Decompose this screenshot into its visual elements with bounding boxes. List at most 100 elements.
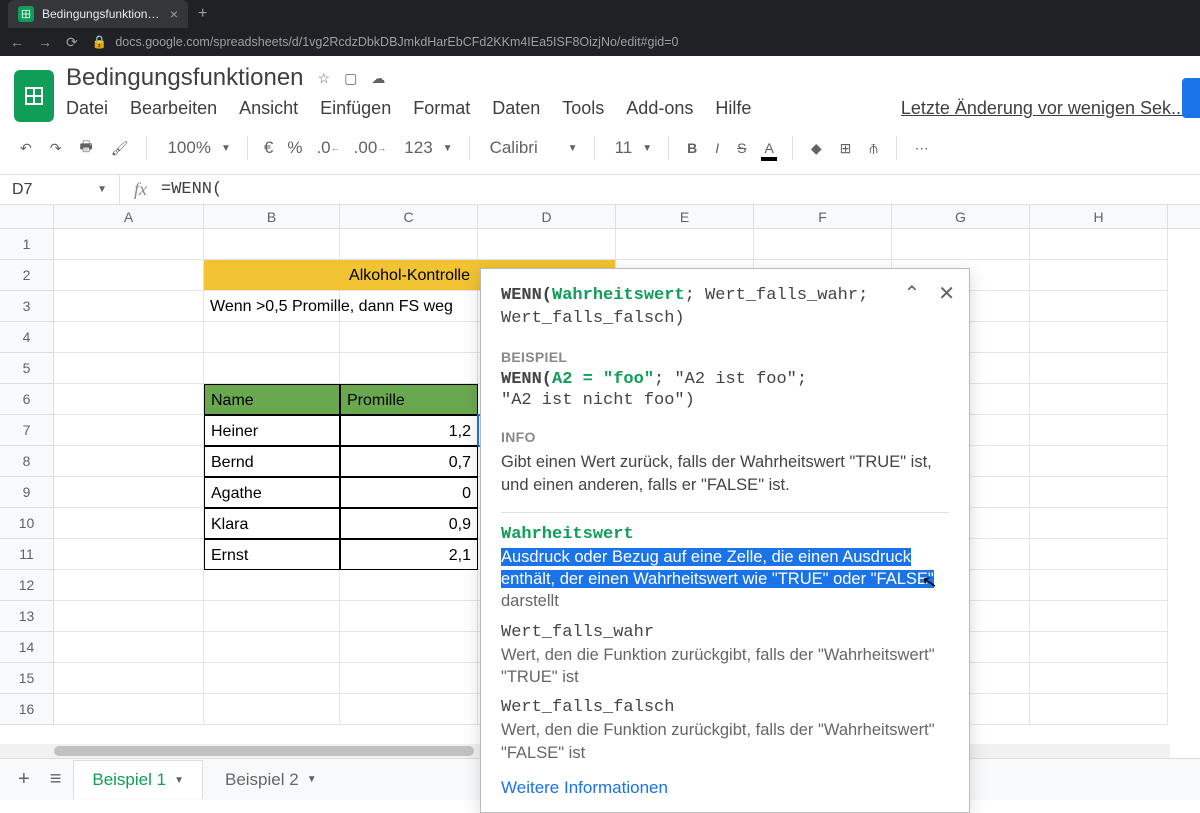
close-icon[interactable]: ✕ bbox=[938, 281, 955, 306]
cell[interactable] bbox=[340, 663, 478, 694]
cell[interactable]: Bernd bbox=[204, 446, 340, 477]
cell[interactable]: 0,9 bbox=[340, 508, 478, 539]
cell[interactable] bbox=[54, 570, 204, 601]
row-header[interactable]: 6 bbox=[0, 384, 54, 415]
fill-color-icon[interactable]: ◆ bbox=[805, 136, 828, 161]
name-box[interactable]: D7▼ bbox=[0, 175, 120, 204]
cell[interactable] bbox=[54, 663, 204, 694]
share-button[interactable] bbox=[1182, 78, 1200, 118]
cell[interactable]: Klara bbox=[204, 508, 340, 539]
cell[interactable] bbox=[204, 570, 340, 601]
cell[interactable] bbox=[1030, 508, 1168, 539]
cell[interactable] bbox=[478, 229, 616, 260]
col-header-f[interactable]: F bbox=[754, 205, 892, 228]
cell[interactable] bbox=[54, 632, 204, 663]
row-header[interactable]: 16 bbox=[0, 694, 54, 725]
add-sheet-button[interactable]: + bbox=[10, 760, 38, 799]
row-header[interactable]: 11 bbox=[0, 539, 54, 570]
sheet-tab-2[interactable]: Beispiel 2▼ bbox=[207, 761, 335, 799]
cell[interactable] bbox=[1030, 291, 1168, 322]
decrease-decimal-button[interactable]: .0← bbox=[312, 138, 343, 158]
cell[interactable] bbox=[340, 291, 478, 322]
cell[interactable] bbox=[204, 694, 340, 725]
cell[interactable] bbox=[1030, 601, 1168, 632]
row-header[interactable]: 13 bbox=[0, 601, 54, 632]
cell[interactable] bbox=[1030, 384, 1168, 415]
borders-icon[interactable]: ⊞ bbox=[834, 136, 858, 161]
number-format-dropdown[interactable]: 123▼ bbox=[396, 138, 456, 158]
reload-icon[interactable]: ⟳ bbox=[66, 34, 78, 51]
cell[interactable] bbox=[1030, 260, 1168, 291]
cell[interactable] bbox=[340, 694, 478, 725]
cell[interactable] bbox=[54, 229, 204, 260]
cell[interactable] bbox=[616, 229, 754, 260]
cell[interactable] bbox=[54, 508, 204, 539]
cell[interactable] bbox=[54, 477, 204, 508]
menu-file[interactable]: Datei bbox=[66, 98, 108, 119]
row-header[interactable]: 9 bbox=[0, 477, 54, 508]
tab-close-icon[interactable]: × bbox=[170, 6, 178, 22]
cell[interactable] bbox=[1030, 663, 1168, 694]
menu-help[interactable]: Hilfe bbox=[715, 98, 751, 119]
col-header-d[interactable]: D bbox=[478, 205, 616, 228]
currency-button[interactable]: € bbox=[260, 138, 277, 158]
cell[interactable] bbox=[340, 322, 478, 353]
cell[interactable]: Promille bbox=[340, 384, 478, 415]
all-sheets-button[interactable]: ≡ bbox=[42, 760, 70, 799]
forward-icon[interactable]: → bbox=[38, 34, 52, 50]
address-bar[interactable]: 🔒 docs.google.com/spreadsheets/d/1vg2Rcd… bbox=[92, 35, 679, 50]
col-header-b[interactable]: B bbox=[204, 205, 340, 228]
row-header[interactable]: 2 bbox=[0, 260, 54, 291]
cell[interactable] bbox=[54, 539, 204, 570]
row-header[interactable]: 14 bbox=[0, 632, 54, 663]
redo-icon[interactable]: ↷ bbox=[44, 136, 68, 161]
cell[interactable] bbox=[1030, 570, 1168, 601]
cell[interactable] bbox=[1030, 446, 1168, 477]
cell[interactable] bbox=[54, 415, 204, 446]
col-header-c[interactable]: C bbox=[340, 205, 478, 228]
back-icon[interactable]: ← bbox=[10, 34, 24, 50]
text-color-button[interactable]: A bbox=[758, 136, 779, 160]
cell[interactable] bbox=[54, 260, 204, 291]
cell[interactable] bbox=[1030, 322, 1168, 353]
select-all-corner[interactable] bbox=[0, 205, 54, 228]
cell[interactable] bbox=[1030, 415, 1168, 446]
move-icon[interactable]: ▢ bbox=[344, 70, 357, 87]
cell[interactable] bbox=[54, 291, 204, 322]
cell[interactable]: Name bbox=[204, 384, 340, 415]
row-header[interactable]: 7 bbox=[0, 415, 54, 446]
percent-button[interactable]: % bbox=[283, 138, 306, 158]
sheets-logo[interactable] bbox=[14, 70, 54, 122]
merge-icon[interactable]: ⫚ bbox=[863, 136, 883, 161]
cell[interactable] bbox=[340, 632, 478, 663]
cell[interactable] bbox=[204, 229, 340, 260]
cell[interactable]: 1,2 bbox=[340, 415, 478, 446]
menu-insert[interactable]: Einfügen bbox=[320, 98, 391, 119]
cell[interactable]: Ernst bbox=[204, 539, 340, 570]
menu-view[interactable]: Ansicht bbox=[239, 98, 298, 119]
col-header-g[interactable]: G bbox=[892, 205, 1030, 228]
cell[interactable] bbox=[1030, 477, 1168, 508]
increase-decimal-button[interactable]: .00→ bbox=[350, 138, 391, 158]
cell[interactable]: Agathe bbox=[204, 477, 340, 508]
cell[interactable] bbox=[54, 446, 204, 477]
cell[interactable]: 2,1 bbox=[340, 539, 478, 570]
more-info-link[interactable]: Weitere Informationen bbox=[501, 778, 949, 798]
cell[interactable] bbox=[1030, 694, 1168, 725]
cell[interactable] bbox=[204, 632, 340, 663]
cell[interactable] bbox=[892, 229, 1030, 260]
cell[interactable] bbox=[54, 384, 204, 415]
cell[interactable]: 0,7 bbox=[340, 446, 478, 477]
font-size-dropdown[interactable]: 11▼ bbox=[607, 138, 657, 158]
cell[interactable] bbox=[340, 601, 478, 632]
more-icon[interactable]: ⋯ bbox=[909, 136, 935, 161]
cell[interactable] bbox=[1030, 632, 1168, 663]
row-header[interactable]: 1 bbox=[0, 229, 54, 260]
menu-format[interactable]: Format bbox=[413, 98, 470, 119]
cell[interactable]: Heiner bbox=[204, 415, 340, 446]
cell[interactable] bbox=[204, 663, 340, 694]
sheet-tab-1[interactable]: Beispiel 1▼ bbox=[73, 760, 203, 799]
row-header[interactable]: 3 bbox=[0, 291, 54, 322]
row-header[interactable]: 4 bbox=[0, 322, 54, 353]
menu-tools[interactable]: Tools bbox=[562, 98, 604, 119]
